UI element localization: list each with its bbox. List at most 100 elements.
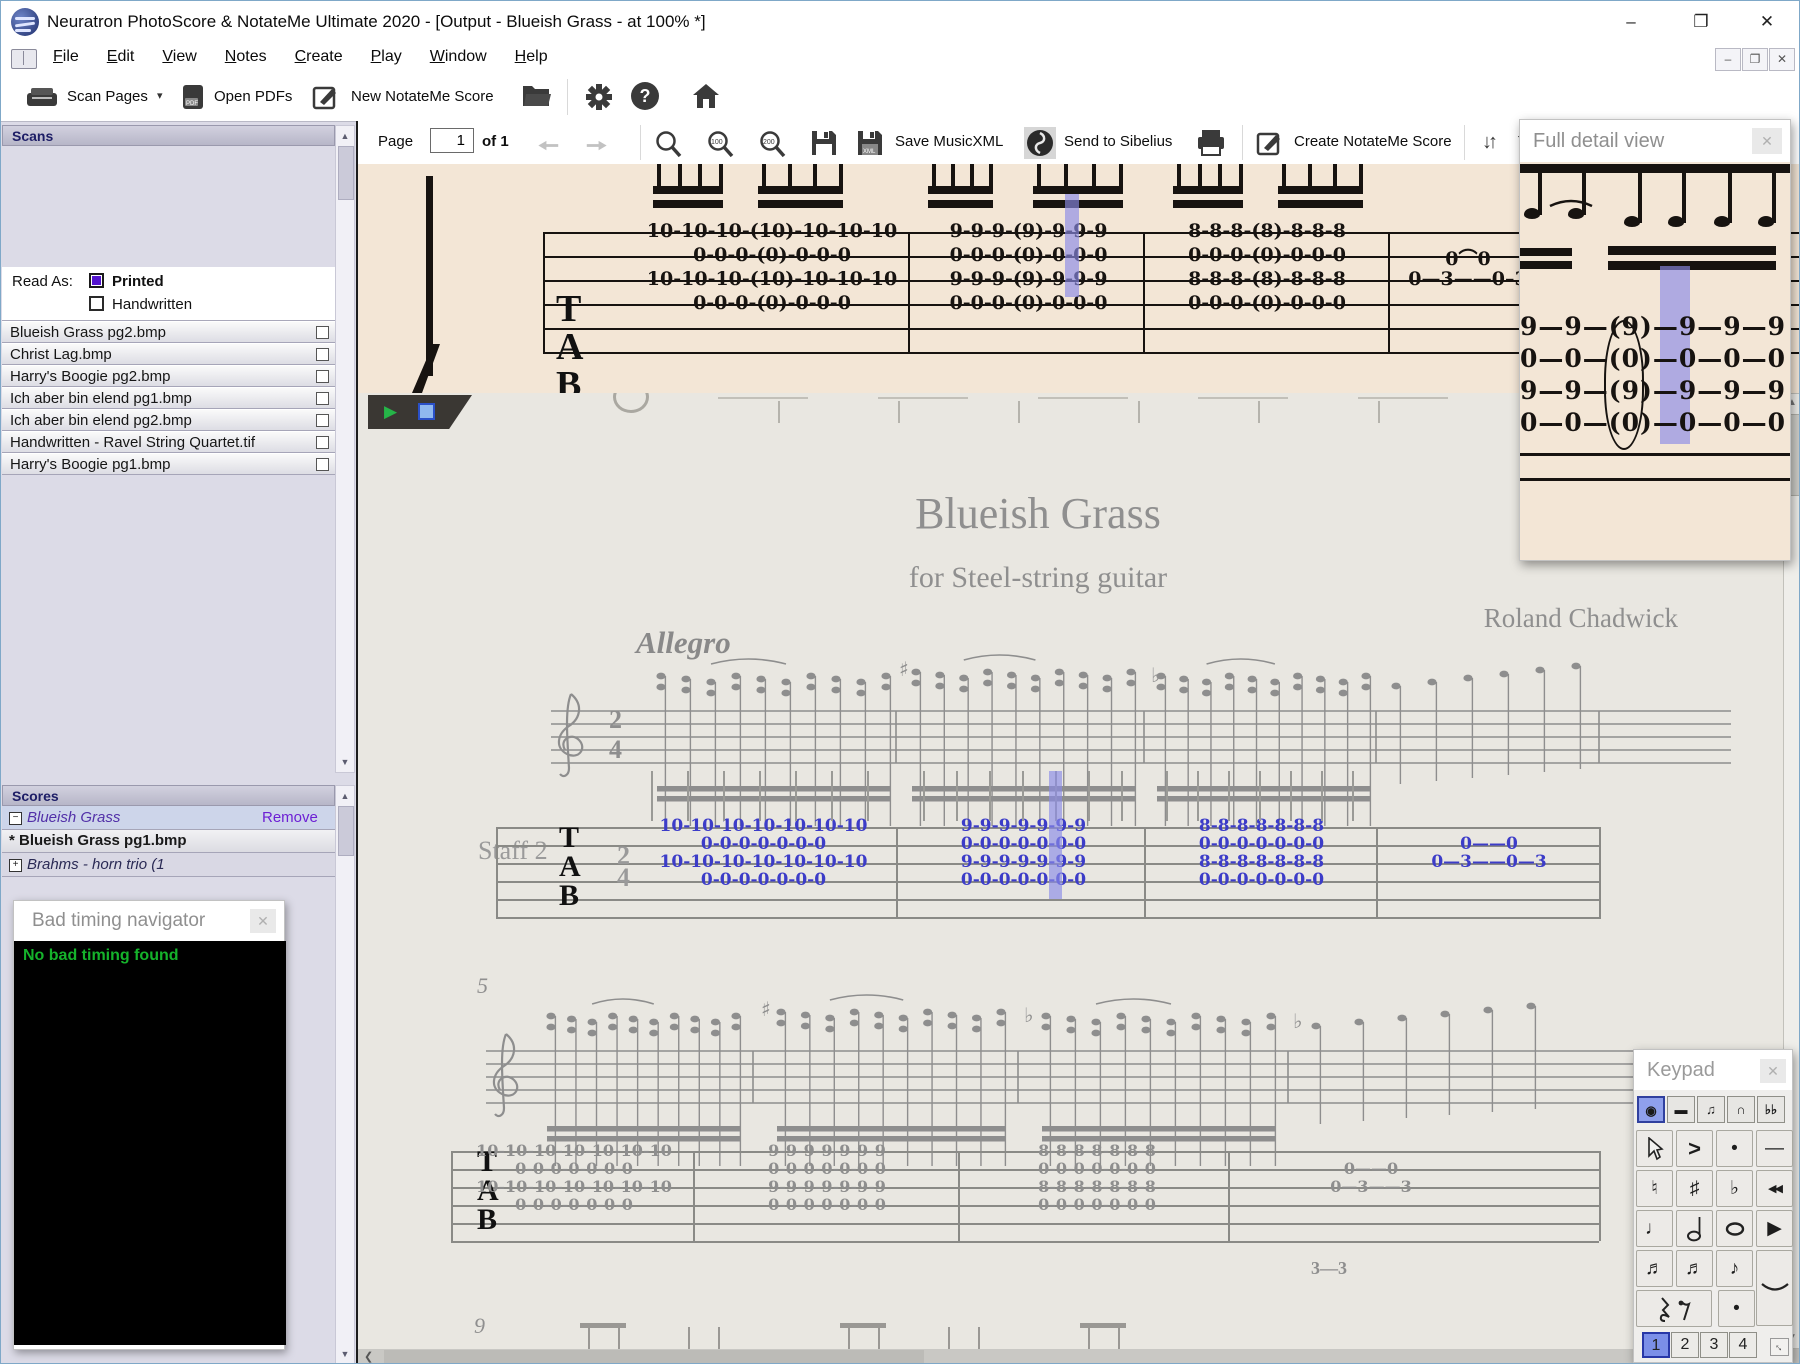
- menu-create[interactable]: Create: [295, 48, 343, 66]
- transpose-arrows-icon[interactable]: ↓↑: [1482, 131, 1498, 154]
- scan-file-checkbox[interactable]: [316, 348, 329, 361]
- pdf-icon[interactable]: PDF: [181, 83, 207, 111]
- rests-button[interactable]: [1636, 1290, 1712, 1327]
- full-detail-close-icon[interactable]: ✕: [1752, 128, 1782, 154]
- scan-file-checkbox[interactable]: [316, 436, 329, 449]
- scan-file-checkbox[interactable]: [316, 326, 329, 339]
- sibelius-icon[interactable]: [1024, 127, 1056, 159]
- scan-pages-dropdown-icon[interactable]: ▾: [157, 89, 163, 102]
- score-item-brahms[interactable]: + Brahms - horn trio (1: [2, 853, 335, 877]
- create-notateme-score-button[interactable]: Create NotateMe Score: [1294, 133, 1452, 150]
- keypad-number-2[interactable]: 2: [1671, 1332, 1699, 1358]
- open-folder-icon[interactable]: [521, 83, 553, 109]
- tie-button[interactable]: [1756, 1250, 1793, 1326]
- scans-scrollbar[interactable]: ▲ ▼: [335, 125, 355, 773]
- home-icon[interactable]: [691, 82, 721, 110]
- create-notateme-pencil-icon[interactable]: [1256, 130, 1284, 156]
- gear-icon[interactable]: [585, 83, 613, 111]
- scan-file-row[interactable]: Harry's Boogie pg2.bmp: [2, 365, 335, 387]
- keypad-number-1[interactable]: 1: [1642, 1332, 1670, 1358]
- keypad-number-4[interactable]: 4: [1729, 1332, 1757, 1358]
- eighth-note-button[interactable]: ♪: [1716, 1250, 1753, 1287]
- print-icon[interactable]: [1196, 129, 1226, 157]
- scan-file-row[interactable]: Blueish Grass pg2.bmp: [2, 321, 335, 343]
- handwritten-checkbox[interactable]: [89, 296, 104, 311]
- bad-timing-close-icon[interactable]: ✕: [250, 909, 276, 933]
- menu-notes[interactable]: Notes: [225, 48, 267, 66]
- beams-tab[interactable]: ♫: [1697, 1096, 1725, 1123]
- scan-file-row[interactable]: Ich aber bin elend pg2.bmp: [2, 409, 335, 431]
- scan-file-checkbox[interactable]: [316, 392, 329, 405]
- keypad-resize-grip[interactable]: ↔: [1770, 1338, 1789, 1356]
- minimize-button[interactable]: –: [1609, 7, 1653, 37]
- keypad-close-icon[interactable]: ✕: [1760, 1059, 1786, 1083]
- page-number-input[interactable]: [430, 128, 474, 153]
- scan-file-checkbox[interactable]: [316, 414, 329, 427]
- mdi-restore-button[interactable]: ❐: [1742, 48, 1768, 71]
- menu-file[interactable]: File: [53, 48, 79, 66]
- close-button[interactable]: ✕: [1745, 7, 1789, 37]
- scans-scroll-down-icon[interactable]: ▼: [337, 754, 353, 770]
- natural-button[interactable]: ♮: [1636, 1170, 1673, 1207]
- scan-file-checkbox[interactable]: [316, 370, 329, 383]
- scan-file-row[interactable]: Christ Lag.bmp: [2, 343, 335, 365]
- help-icon[interactable]: ?: [631, 82, 659, 110]
- whole-note-button[interactable]: [1716, 1210, 1753, 1247]
- sixteenth-note-button[interactable]: ♬: [1636, 1250, 1673, 1287]
- score-item-page[interactable]: * Blueish Grass pg1.bmp: [2, 830, 335, 853]
- scan-file-row[interactable]: Handwritten - Ravel String Quartet.tif: [2, 431, 335, 453]
- dot-button[interactable]: •: [1718, 1290, 1755, 1327]
- pointer-button[interactable]: [1636, 1130, 1673, 1167]
- scanner-icon[interactable]: [25, 85, 59, 109]
- expand-icon[interactable]: +: [9, 859, 22, 872]
- scores-scroll-down-icon[interactable]: ▼: [337, 1346, 353, 1362]
- score-item-blueish-grass[interactable]: − Blueish Grass Remove: [2, 806, 335, 830]
- save-icon[interactable]: [810, 129, 838, 157]
- zoom-icon[interactable]: [654, 129, 684, 159]
- mdi-minimize-button[interactable]: –: [1715, 48, 1741, 71]
- save-musicxml-icon[interactable]: XML: [856, 129, 884, 157]
- collapse-icon[interactable]: −: [9, 812, 22, 825]
- menu-window[interactable]: Window: [430, 48, 487, 66]
- remove-link[interactable]: Remove: [262, 809, 318, 826]
- scans-scroll-thumb[interactable]: [338, 146, 354, 200]
- stop-icon[interactable]: [418, 403, 435, 420]
- play-button[interactable]: ▶: [1756, 1210, 1793, 1247]
- mdi-close-button[interactable]: ✕: [1769, 48, 1795, 71]
- scans-scroll-up-icon[interactable]: ▲: [337, 128, 353, 144]
- sharp-button[interactable]: ♯: [1676, 1170, 1713, 1207]
- fermata-tab[interactable]: ∩: [1727, 1096, 1755, 1123]
- scores-scroll-thumb[interactable]: [338, 806, 354, 856]
- menu-edit[interactable]: Edit: [107, 48, 135, 66]
- tenuto-button[interactable]: —: [1756, 1130, 1793, 1167]
- zoom-200-icon[interactable]: 200: [758, 129, 788, 159]
- accidentals-tab[interactable]: ♭♭: [1757, 1096, 1785, 1123]
- quarter-note-button[interactable]: ♩: [1636, 1210, 1673, 1247]
- scan-file-checkbox[interactable]: [316, 458, 329, 471]
- rests-tab[interactable]: ▬: [1667, 1096, 1695, 1123]
- flat-button[interactable]: ♭: [1716, 1170, 1753, 1207]
- menu-view[interactable]: View: [162, 48, 196, 66]
- scan-file-row[interactable]: Harry's Boogie pg1.bmp: [2, 453, 335, 475]
- printed-checkbox[interactable]: [89, 273, 104, 288]
- rewind-button[interactable]: ◀◀: [1756, 1170, 1793, 1207]
- menu-play[interactable]: Play: [371, 48, 402, 66]
- save-musicxml-button[interactable]: Save MusicXML: [895, 133, 1003, 150]
- send-to-sibelius-button[interactable]: Send to Sibelius: [1064, 133, 1172, 150]
- maximize-button[interactable]: ❐: [1679, 7, 1723, 37]
- keypad-number-3[interactable]: 3: [1700, 1332, 1728, 1358]
- scores-scrollbar[interactable]: ▲ ▼: [335, 785, 355, 1363]
- half-note-button[interactable]: [1676, 1210, 1713, 1247]
- main-horizontal-scrollbar[interactable]: ❮: [358, 1349, 1799, 1363]
- scan-pages-button[interactable]: Scan Pages: [67, 88, 148, 105]
- staccato-button[interactable]: •: [1716, 1130, 1753, 1167]
- open-pdfs-button[interactable]: Open PDFs: [214, 88, 292, 105]
- scores-scroll-up-icon[interactable]: ▲: [337, 788, 353, 804]
- play-icon[interactable]: ▶: [384, 402, 397, 422]
- new-notateme-score-button[interactable]: New NotateMe Score: [351, 88, 494, 105]
- new-score-pencil-icon[interactable]: [312, 84, 340, 110]
- eighth-note-2-button[interactable]: ♬: [1676, 1250, 1713, 1287]
- accent-button[interactable]: >: [1676, 1130, 1713, 1167]
- notes-tab[interactable]: ◉: [1637, 1096, 1665, 1123]
- zoom-100-icon[interactable]: 100: [706, 129, 736, 159]
